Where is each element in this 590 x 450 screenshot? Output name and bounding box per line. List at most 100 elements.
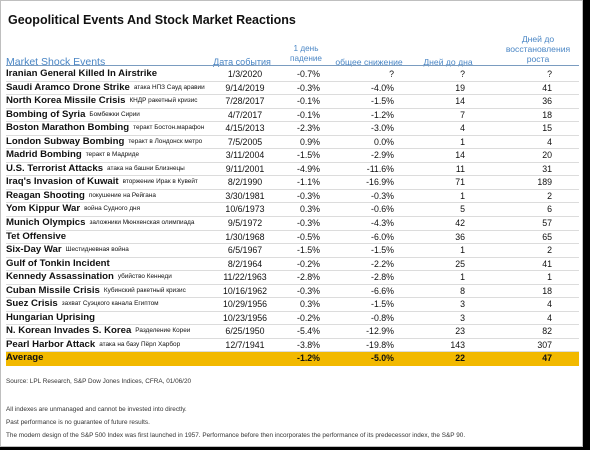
- days-to-bottom: 1: [460, 136, 465, 147]
- event-translation: атака НПЗ Сауд аравии: [133, 83, 205, 91]
- days-to-recovery: 36: [542, 96, 552, 107]
- event-translation: теракт в Лондонск метро: [128, 137, 203, 145]
- one-day-change: -2.8%: [297, 272, 320, 283]
- event-name: London Subway Bombing: [6, 135, 125, 147]
- event-cell: Boston Marathon Bombing теракт Бостон.мар…: [6, 122, 204, 135]
- event-date: 3/30/1981: [225, 190, 265, 201]
- days-to-recovery: 57: [542, 218, 552, 229]
- total-drawdown: -0.6%: [371, 204, 394, 215]
- event-translation: КНДР ракетный кризис: [129, 97, 198, 105]
- header-divider: [6, 65, 579, 66]
- one-day-change: -0.1%: [297, 109, 320, 120]
- one-day-change: -0.2%: [297, 312, 320, 323]
- event-date: 12/7/1941: [225, 339, 265, 350]
- days-to-recovery: 41: [542, 82, 552, 93]
- event-name: Pearl Harbor Attack: [6, 338, 96, 350]
- event-name: Gulf of Tonkin Incident: [6, 257, 110, 269]
- event-date: 11/22/1963: [223, 272, 267, 283]
- header-recovery: Дней до восстановления роста: [501, 34, 575, 64]
- one-day-change: -0.1%: [297, 96, 320, 107]
- days-to-recovery: 18: [542, 285, 552, 296]
- header-recovery-line2: восстановления: [505, 44, 571, 54]
- event-cell: Yom Kippur War война Судного дня: [6, 203, 140, 216]
- event-cell: Munich Olympics заложники Мюнхенская олим…: [6, 217, 194, 230]
- days-to-recovery: 189: [537, 177, 552, 188]
- event-translation: Шестидневная война: [65, 246, 129, 254]
- event-cell: Reagan Shooting покушение на Рейгана: [6, 190, 156, 203]
- event-translation: убийство Кеннеди: [117, 273, 172, 281]
- days-to-bottom: 14: [455, 150, 465, 161]
- days-to-bottom: 11: [455, 163, 465, 174]
- table-row: U.S. Terrorist Attacks атака на башни Бли…: [6, 163, 579, 177]
- one-day-change: -0.5%: [297, 231, 320, 242]
- days-to-bottom: 19: [455, 82, 465, 93]
- days-to-bottom: 42: [455, 218, 465, 229]
- total-drawdown: -1.5%: [371, 299, 394, 310]
- total-drawdown: -2.2%: [371, 258, 394, 269]
- days-to-recovery: 18: [542, 109, 552, 120]
- event-cell: Madrid Bombing теракт в Мадриде: [6, 149, 139, 162]
- days-to-recovery: 82: [542, 326, 552, 337]
- table-row: Yom Kippur War война Судного дня 10/6/1973…: [6, 203, 579, 218]
- table-row: N. Korean Invades S. Korea Разделение Кор…: [6, 325, 579, 339]
- event-cell: N. Korean Invades S. Korea Разделение Кор…: [6, 325, 190, 338]
- total-drawdown: -0.8%: [371, 312, 394, 323]
- days-to-bottom: 143: [450, 339, 465, 350]
- days-to-recovery: 41: [542, 258, 552, 269]
- average-recovery: 47: [542, 353, 552, 364]
- days-to-bottom: 14: [455, 96, 465, 107]
- one-day-change: -0.3%: [297, 82, 320, 93]
- event-date: 3/11/2004: [225, 150, 265, 161]
- days-to-bottom: 8: [460, 285, 465, 296]
- table-row: Tet Offensive 1/30/1968 -0.5% -6.0% 36 65: [6, 231, 579, 245]
- event-translation: атака на башни Близнецы: [107, 164, 185, 172]
- event-name: U.S. Terrorist Attacks: [6, 162, 104, 174]
- event-name: Iraq's Invasion of Kuwait: [6, 176, 119, 188]
- one-day-change: -0.7%: [297, 69, 320, 79]
- event-cell: North Korea Missile Crisis КНДР ракетный …: [6, 95, 197, 108]
- total-drawdown: -3.0%: [371, 123, 394, 134]
- footer-note-1: All indexes are unmanaged and cannot be …: [6, 406, 187, 413]
- table-row: Suez Crisis захват Суэцкого канала Египто…: [6, 298, 579, 312]
- event-date: 9/14/2019: [225, 82, 265, 93]
- header-recovery-line3: роста: [526, 54, 550, 64]
- event-name: Tet Offensive: [6, 230, 67, 242]
- total-drawdown: -4.0%: [371, 82, 394, 93]
- total-drawdown: -19.8%: [366, 339, 394, 350]
- days-to-bottom: 5: [460, 204, 465, 215]
- table-row: Boston Marathon Bombing теракт Бостон.мар…: [6, 122, 579, 136]
- table-row: Saudi Aramco Drone Strike атака НПЗ Сауд …: [6, 82, 579, 96]
- event-name: Boston Marathon Bombing: [6, 122, 130, 134]
- table-row: Iraq's Invasion of Kuwait вторжение Ирак …: [6, 176, 579, 190]
- event-translation: атака на базу Пёрл Харбор: [99, 340, 181, 348]
- table-row: Gulf of Tonkin Incident 8/2/1964 -0.2% -2.2…: [6, 258, 579, 272]
- event-name: Hungarian Uprising: [6, 311, 96, 323]
- days-to-recovery: 20: [542, 150, 552, 161]
- one-day-change: 0.3%: [299, 204, 320, 215]
- event-name: Bombing of Syria: [6, 108, 86, 120]
- footer-note-2: Past performance is no guarantee of futu…: [6, 419, 150, 426]
- days-to-recovery: 2: [547, 190, 552, 201]
- days-to-recovery: 65: [542, 231, 552, 242]
- event-cell: Saudi Aramco Drone Strike атака НПЗ Сауд …: [6, 82, 205, 95]
- header-one-day: 1 день падение: [286, 44, 326, 64]
- one-day-change: -2.3%: [297, 123, 320, 134]
- event-name: Saudi Aramco Drone Strike: [6, 81, 130, 93]
- one-day-change: -0.3%: [297, 190, 320, 201]
- table-row: Munich Olympics заложники Мюнхенская олим…: [6, 217, 579, 231]
- event-name: Six-Day War: [6, 244, 62, 256]
- days-to-bottom: 71: [455, 177, 465, 188]
- page-title: Geopolitical Events And Stock Market Rea…: [8, 13, 296, 27]
- footer-source: Source: LPL Research, S&P Dow Jones Indi…: [6, 378, 192, 385]
- event-name: Munich Olympics: [6, 217, 86, 229]
- days-to-bottom: 3: [460, 299, 465, 310]
- days-to-bottom: 1: [460, 245, 465, 256]
- event-translation: вторжение Ирак в Кувейт: [122, 178, 198, 186]
- one-day-change: -5.4%: [297, 326, 320, 337]
- event-name: Kennedy Assassination: [6, 271, 114, 283]
- total-drawdown: -2.9%: [371, 150, 394, 161]
- event-date: 7/28/2017: [225, 96, 265, 107]
- event-date: 10/6/1973: [225, 204, 265, 215]
- one-day-change: -0.3%: [297, 218, 320, 229]
- days-to-recovery: 307: [537, 339, 552, 350]
